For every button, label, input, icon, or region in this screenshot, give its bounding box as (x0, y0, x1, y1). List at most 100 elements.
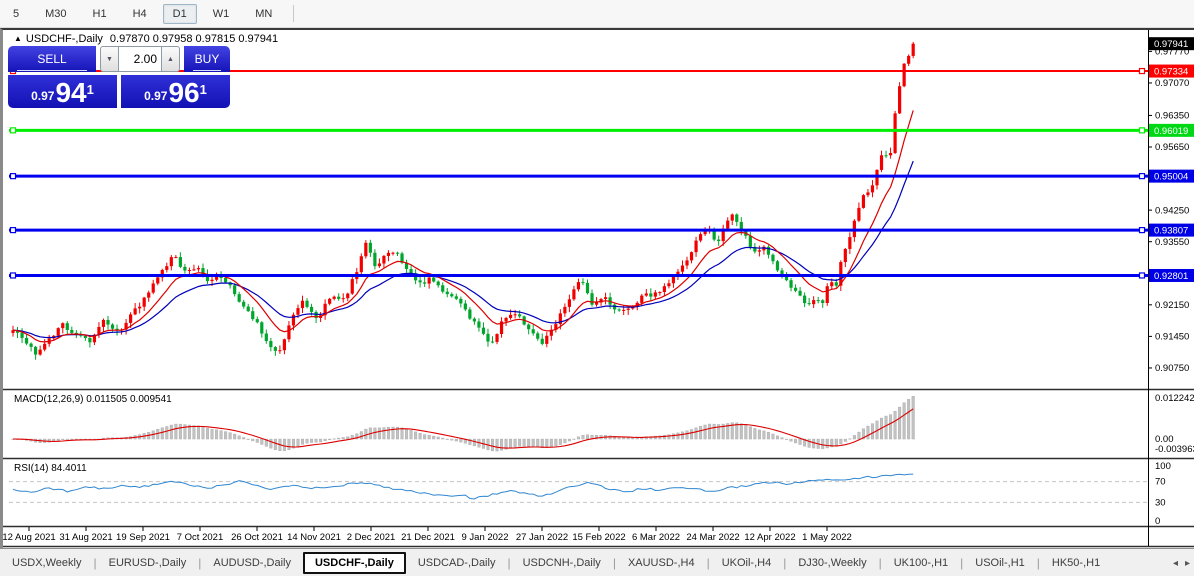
sell-underline (17, 70, 87, 71)
sell-price-display[interactable]: 0.97 94 1 (8, 75, 117, 108)
date-label: 1 May 2022 (802, 532, 852, 543)
sell-price-big-digits: 94 (55, 77, 87, 108)
rsi-axis-label: 70 (1155, 477, 1166, 488)
timeframe-toolbar: 5 M30 H1 H4 D1 W1 MN (0, 0, 1194, 28)
price-axis[interactable]: 0.977700.970700.963500.956500.942500.935… (1148, 47, 1189, 375)
date-label: 21 Dec 2021 (401, 532, 455, 543)
chart-tab-usdcad-daily[interactable]: USDCAD-,Daily (406, 553, 508, 573)
price-tick-label: 0.90750 (1155, 363, 1189, 374)
tab-scroll-controls: ◂ ▸ (1166, 549, 1190, 576)
date-label: 31 Aug 2021 (59, 532, 112, 543)
blue-line-price-badge-2-label: 0.93807 (1154, 226, 1188, 237)
buy-price-display[interactable]: 0.97 96 1 (121, 75, 230, 108)
chart-tab-usoil-h1[interactable]: USOil-,H1 (963, 553, 1037, 573)
timeframe-button-M30[interactable]: M30 (35, 4, 76, 24)
volume-increase-button[interactable]: ▲ (161, 46, 180, 72)
volume-control: ▼ ▲ (100, 46, 180, 72)
chart-tab-eurusd-daily[interactable]: EURUSD-,Daily (97, 553, 199, 573)
macd-axis-label: 0.012242 (1155, 393, 1194, 404)
hline-0.96019[interactable] (9, 127, 1148, 134)
price-tick-label: 0.94250 (1155, 205, 1189, 216)
buy-underline (193, 70, 221, 71)
chart-tab-audusd-daily[interactable]: AUDUSD-,Daily (201, 553, 303, 573)
hline-0.93807[interactable] (9, 227, 1148, 234)
ma-slow-line (12, 160, 914, 339)
blue-line-price-badge-1: 0.95004 (1149, 169, 1194, 183)
price-tick-label: 0.96350 (1155, 111, 1189, 122)
mt4-terminal: { "toolbar": { "timeframes": ["5", "M30"… (0, 0, 1194, 576)
rsi-axis-label: 30 (1155, 497, 1166, 508)
chart-tab-usdcnh-daily[interactable]: USDCNH-,Daily (511, 553, 613, 573)
buy-price-prefix: 0.97 (144, 89, 168, 103)
blue-line-price-badge-1-label: 0.95004 (1154, 172, 1188, 183)
hline-0.95004[interactable] (9, 173, 1148, 180)
date-label: 19 Sep 2021 (116, 532, 170, 543)
tab-scroll-left-icon[interactable]: ◂ (1173, 558, 1178, 569)
buy-button-label: BUY (194, 52, 220, 66)
date-label: 24 Mar 2022 (686, 532, 739, 543)
arrow-down-icon: ▼ (106, 55, 113, 63)
rsi-axis-label: 0 (1155, 516, 1160, 527)
volume-input[interactable] (119, 46, 161, 72)
chart-tab-dj30-weekly[interactable]: DJ30-,Weekly (786, 553, 878, 573)
red-line-price-badge: 0.97334 (1149, 64, 1194, 78)
date-label: 15 Feb 2022 (572, 532, 625, 543)
date-axis[interactable]: 12 Aug 2021 31 Aug 2021 19 Sep 2021 7 Oct 2… (2, 527, 852, 543)
ma-fast-line (12, 110, 914, 343)
current-price-badge: 0.97941 (1149, 37, 1194, 51)
rsi-line (12, 473, 914, 500)
moving-averages (12, 110, 914, 343)
date-label: 7 Oct 2021 (177, 532, 223, 543)
green-line-price-badge-label: 0.96019 (1154, 126, 1188, 137)
chart-tab-xauusd-h4[interactable]: XAUUSD-,H4 (616, 553, 707, 573)
indicator-axis-labels: 0.0122420.00-0.00396310070300 (1155, 393, 1194, 527)
timeframe-button-W1[interactable]: W1 (203, 4, 240, 24)
sell-button-label: SELL (37, 52, 67, 66)
macd-signal-line (12, 408, 914, 449)
blue-line-price-badge-3-label: 0.92801 (1154, 271, 1188, 282)
one-click-trading-panel: SELL ▼ ▲ BUY 0.97941 0.97961 (8, 46, 230, 108)
date-label: 12 Apr 2022 (744, 532, 795, 543)
timeframe-button-D1[interactable]: D1 (162, 3, 197, 24)
chart-tabs: USDX,Weekly | EURUSD-,Daily | AUDUSD-,Daily U… (0, 551, 1112, 574)
buy-price-pipette: 1 (199, 82, 207, 97)
tab-scroll-right-icon[interactable]: ▸ (1185, 558, 1190, 569)
blue-line-price-badge-2: 0.93807 (1149, 223, 1194, 237)
symbol-collapse-icon[interactable]: ▲ (14, 34, 22, 43)
macd-indicator-label: MACD(12,26,9) 0.011505 0.009541 (14, 394, 172, 405)
chart-tab-usdx-weekly[interactable]: USDX,Weekly (0, 553, 93, 573)
chart-tab-hk50-h1[interactable]: HK50-,H1 (1040, 553, 1112, 573)
date-label: 2 Dec 2021 (347, 532, 396, 543)
macd-axis-label: -0.003963 (1155, 444, 1194, 455)
date-label: 26 Oct 2021 (231, 532, 283, 543)
arrow-up-icon: ▲ (167, 55, 174, 63)
chart-symbol-label: USDCHF-,Daily (25, 33, 103, 45)
chart-tab-usdchf-daily[interactable]: USDCHF-,Daily (302, 551, 406, 574)
price-tick-label: 0.95650 (1155, 142, 1189, 153)
chart-tab-ukoil-h4[interactable]: UKOil-,H4 (710, 553, 784, 573)
date-label: 14 Nov 2021 (287, 532, 341, 543)
timeframe-button-MN[interactable]: MN (245, 4, 282, 24)
current-price-badge-label: 0.97941 (1154, 39, 1188, 50)
green-line-price-badge: 0.96019 (1149, 123, 1194, 137)
price-tick-label: 0.93550 (1155, 237, 1189, 248)
rsi-axis-label: 100 (1155, 461, 1171, 472)
timeframe-button-H4[interactable]: H4 (123, 4, 157, 24)
price-tick-label: 0.92150 (1155, 300, 1189, 311)
buy-price-big-digits: 96 (168, 77, 200, 108)
chart-ohlc-values: 0.97870 0.97958 0.97815 0.97941 (109, 33, 279, 45)
red-line-price-badge-label: 0.97334 (1154, 67, 1188, 78)
sell-price-pipette: 1 (86, 82, 94, 97)
chart-tab-uk100-h1[interactable]: UK100-,H1 (882, 553, 960, 573)
blue-line-price-badge-3: 0.92801 (1149, 268, 1194, 282)
rsi-pane[interactable] (9, 473, 1148, 503)
sell-button[interactable]: SELL (8, 46, 96, 72)
price-tick-label: 0.97070 (1155, 78, 1189, 89)
timeframe-button-5[interactable]: 5 (3, 4, 29, 24)
buy-button[interactable]: BUY (184, 46, 230, 72)
toolbar-separator (293, 5, 295, 22)
volume-decrease-button[interactable]: ▼ (100, 46, 119, 72)
sell-price-prefix: 0.97 (31, 89, 55, 103)
timeframe-button-H1[interactable]: H1 (83, 4, 117, 24)
date-label: 9 Jan 2022 (461, 532, 508, 543)
